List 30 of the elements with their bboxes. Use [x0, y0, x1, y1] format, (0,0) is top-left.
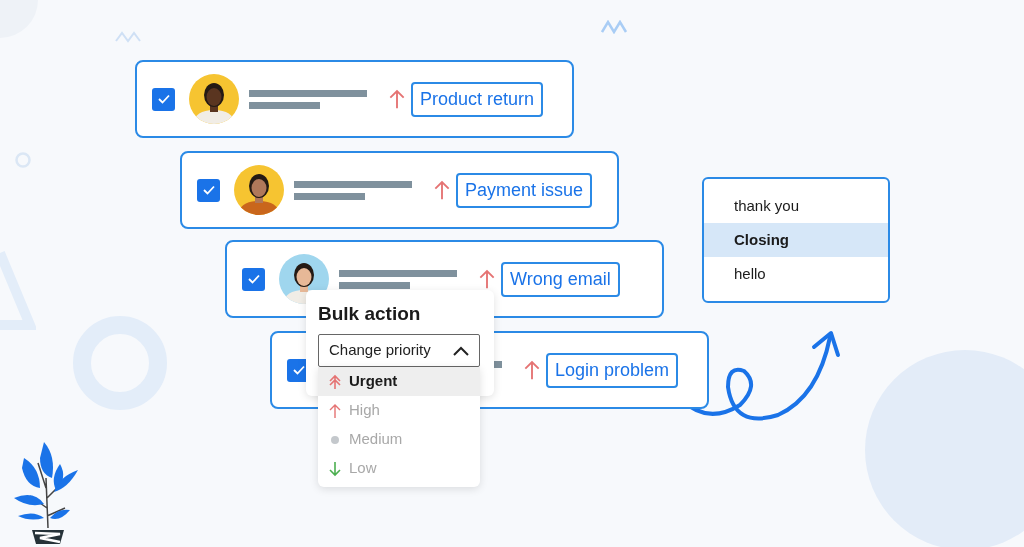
up-arrow-icon	[329, 402, 341, 419]
check-icon	[291, 363, 306, 377]
ring-icon	[14, 151, 32, 169]
snippet-item[interactable]: Closing	[704, 223, 888, 257]
double-up-arrow-icon	[329, 373, 341, 390]
tag: Product return	[411, 81, 544, 117]
tag: Login problem	[546, 352, 679, 388]
text-placeholder-bar	[249, 101, 320, 109]
up-arrow-icon	[479, 267, 495, 291]
up-arrow-icon	[434, 178, 450, 202]
tag: Payment issue	[456, 172, 593, 208]
priority-option[interactable]: Urgent	[318, 367, 480, 396]
check-icon	[201, 183, 216, 197]
check-icon	[246, 272, 261, 286]
zigzag-icon	[601, 20, 629, 34]
up-arrow-icon	[389, 87, 405, 111]
check-icon	[156, 92, 171, 106]
up-arrow-icon	[524, 358, 540, 382]
tag: Wrong email	[501, 261, 620, 297]
priority-dropdown[interactable]: Change priority	[318, 334, 480, 367]
checkbox[interactable]	[197, 178, 220, 202]
caret-icon	[453, 345, 469, 356]
text-placeholder-bar	[339, 281, 410, 289]
checkbox[interactable]	[152, 87, 175, 111]
snippet-item[interactable]: hello	[704, 257, 888, 291]
down-arrow-icon	[329, 460, 341, 477]
panel-title: Bulk action	[318, 302, 422, 326]
checkbox[interactable]	[242, 267, 265, 291]
snippet-item[interactable]: thank you	[704, 189, 888, 223]
text-placeholder-bar	[294, 192, 365, 200]
